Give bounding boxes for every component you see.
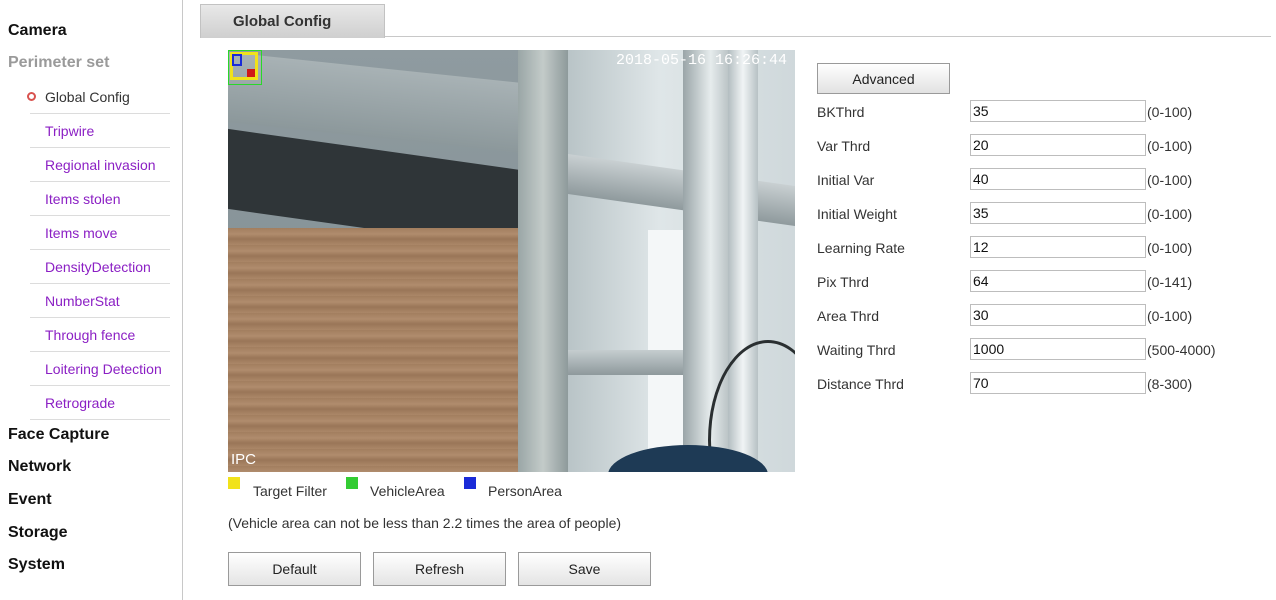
refresh-button[interactable]: Refresh <box>373 552 506 586</box>
video-preview[interactable]: 2018-05-16 16:26:44 IPC <box>228 50 795 472</box>
nav-network[interactable]: Network <box>8 458 71 476</box>
tab-label: Global Config <box>233 13 332 30</box>
sidebar-item-tripwire[interactable]: Tripwire <box>30 114 170 148</box>
param-label: Learning Rate <box>817 240 905 256</box>
param-row-distance-thrd: Distance Thrd (8-300) <box>817 372 1257 398</box>
active-bullet-icon <box>27 92 36 101</box>
var-thrd-input[interactable] <box>970 134 1146 156</box>
param-label: Distance Thrd <box>817 376 904 392</box>
area-note: (Vehicle area can not be less than 2.2 t… <box>228 515 622 531</box>
legend-label: VehicleArea <box>370 483 445 499</box>
param-row-area-thrd: Area Thrd (0-100) <box>817 304 1257 330</box>
sidebar-item-label: Tripwire <box>45 123 95 139</box>
param-label: Pix Thrd <box>817 274 869 290</box>
sidebar-item-label: NumberStat <box>45 293 120 309</box>
area-thrd-input[interactable] <box>970 304 1146 326</box>
param-range: (0-100) <box>1147 172 1193 188</box>
sidebar-item-label: DensityDetection <box>45 259 151 275</box>
nav-face-capture[interactable]: Face Capture <box>8 426 109 444</box>
sidebar-item-density-detection[interactable]: DensityDetection <box>30 250 170 284</box>
legend-label: Target Filter <box>253 483 327 499</box>
sidebar-item-items-stolen[interactable]: Items stolen <box>30 182 170 216</box>
tab-global-config[interactable]: Global Config <box>200 4 385 38</box>
video-channel-label: IPC <box>231 451 257 468</box>
param-row-pix-thrd: Pix Thrd (0-141) <box>817 270 1257 296</box>
param-row-initial-weight: Initial Weight (0-100) <box>817 202 1257 228</box>
vehicle-area-swatch <box>346 477 358 489</box>
roi-resize-handle[interactable] <box>247 69 255 77</box>
sidebar-item-number-stat[interactable]: NumberStat <box>30 284 170 318</box>
sidebar-item-label: Items stolen <box>45 191 121 207</box>
param-row-bkthrd: BKThrd (0-100) <box>817 100 1257 126</box>
sidebar-item-label: Retrograde <box>45 395 116 411</box>
param-label: BKThrd <box>817 104 865 120</box>
param-range: (0-100) <box>1147 308 1193 324</box>
param-range: (8-300) <box>1147 376 1193 392</box>
param-label: Initial Weight <box>817 206 897 222</box>
legend-label: PersonArea <box>488 483 562 499</box>
sidebar-item-items-move[interactable]: Items move <box>30 216 170 250</box>
param-row-waiting-thrd: Waiting Thrd (500-4000) <box>817 338 1257 364</box>
param-range: (0-100) <box>1147 138 1193 154</box>
tab-divider <box>385 36 1271 37</box>
pix-thrd-input[interactable] <box>970 270 1146 292</box>
sidebar-item-loitering-detection[interactable]: Loitering Detection <box>30 352 170 386</box>
param-range: (0-100) <box>1147 206 1193 222</box>
initial-weight-input[interactable] <box>970 202 1146 224</box>
default-button[interactable]: Default <box>228 552 361 586</box>
param-row-initial-var: Initial Var (0-100) <box>817 168 1257 194</box>
param-range: (0-100) <box>1147 240 1193 256</box>
param-range: (0-100) <box>1147 104 1193 120</box>
sidebar-item-label: Items move <box>45 225 118 241</box>
person-area-box[interactable] <box>232 54 242 66</box>
param-range: (500-4000) <box>1147 342 1216 358</box>
waiting-thrd-input[interactable] <box>970 338 1146 360</box>
param-range: (0-141) <box>1147 274 1193 290</box>
scene-wood-panel <box>228 228 518 472</box>
nav-camera[interactable]: Camera <box>8 22 67 40</box>
param-label: Initial Var <box>817 172 875 188</box>
param-label: Area Thrd <box>817 308 879 324</box>
sidebar: Camera Perimeter set Global Config Tripw… <box>0 0 183 600</box>
initial-var-input[interactable] <box>970 168 1146 190</box>
save-button[interactable]: Save <box>518 552 651 586</box>
bkthrd-input[interactable] <box>970 100 1146 122</box>
perimeter-sub-list: Global Config Tripwire Regional invasion… <box>0 80 183 420</box>
sidebar-item-label: Through fence <box>45 327 136 343</box>
nav-system[interactable]: System <box>8 556 65 574</box>
nav-perimeter-set[interactable]: Perimeter set <box>8 54 109 72</box>
sidebar-item-global-config[interactable]: Global Config <box>27 80 170 114</box>
video-timestamp: 2018-05-16 16:26:44 <box>616 52 788 69</box>
param-label: Var Thrd <box>817 138 871 154</box>
param-row-var-thrd: Var Thrd (0-100) <box>817 134 1257 160</box>
person-area-swatch <box>464 477 476 489</box>
distance-thrd-input[interactable] <box>970 372 1146 394</box>
target-filter-swatch <box>228 477 240 489</box>
learning-rate-input[interactable] <box>970 236 1146 258</box>
advanced-button[interactable]: Advanced <box>817 63 950 94</box>
sidebar-item-regional-invasion[interactable]: Regional invasion <box>30 148 170 182</box>
scene-post <box>518 50 568 472</box>
param-label: Waiting Thrd <box>817 342 896 358</box>
nav-storage[interactable]: Storage <box>8 524 68 542</box>
sidebar-item-label: Loitering Detection <box>45 361 162 377</box>
param-row-learning-rate: Learning Rate (0-100) <box>817 236 1257 262</box>
sidebar-item-label: Regional invasion <box>45 157 156 173</box>
nav-event[interactable]: Event <box>8 491 52 509</box>
sidebar-item-through-fence[interactable]: Through fence <box>30 318 170 352</box>
sidebar-item-label: Global Config <box>45 89 130 105</box>
sidebar-item-retrograde[interactable]: Retrograde <box>30 386 170 420</box>
